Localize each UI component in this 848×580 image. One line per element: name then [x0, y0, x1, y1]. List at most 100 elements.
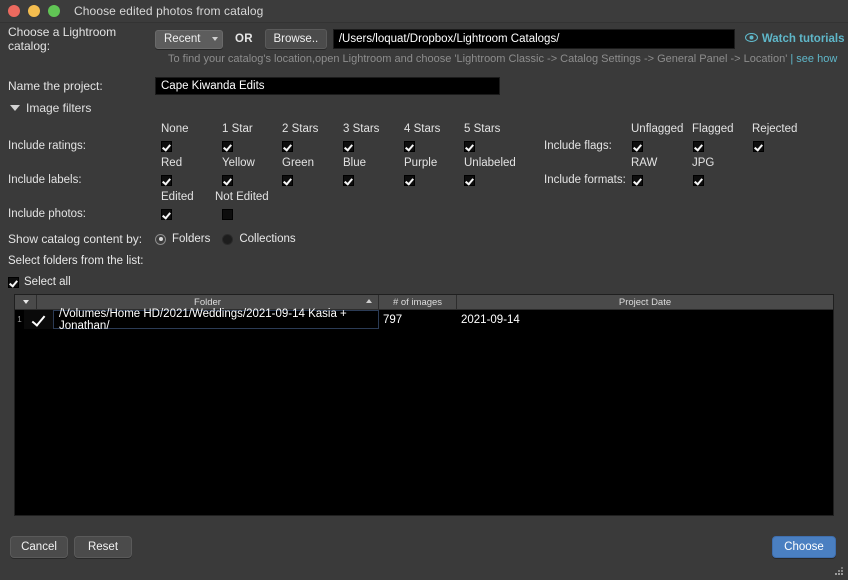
choose-button[interactable]: Choose [772, 536, 836, 558]
catalog-hint: To find your catalog's location,open Lig… [0, 53, 848, 65]
label-header-blue: Blue [343, 157, 367, 169]
include-ratings-label: Include ratings: [8, 140, 86, 152]
flag-header-flagged: Flagged [692, 123, 734, 135]
row-checkbox[interactable] [24, 310, 53, 329]
project-name-row: Name the project: Cape Kiwanda Edits [0, 75, 848, 97]
flag-checkbox-flagged[interactable] [693, 141, 704, 152]
project-name-label: Name the project: [8, 79, 103, 93]
table-empty-area [15, 329, 833, 515]
rating-checkbox-5stars[interactable] [464, 141, 475, 152]
label-checkbox-green[interactable] [282, 175, 293, 186]
check-icon [32, 313, 45, 326]
catalog-content-row: Show catalog content by: Folders Collect… [0, 231, 848, 247]
label-checkbox-unlabeled[interactable] [464, 175, 475, 186]
sort-ascending-icon [366, 299, 372, 303]
catalog-row: Choose a Lightroom catalog: Recent OR Br… [0, 25, 848, 53]
include-formats-label: Include formats: [544, 174, 626, 186]
rating-checkbox-none[interactable] [161, 141, 172, 152]
recent-catalog-dropdown[interactable]: Recent [155, 29, 223, 49]
eye-icon [744, 32, 758, 45]
image-filters-disclosure[interactable]: Image filters [10, 101, 91, 115]
rating-header-4stars: 4 Stars [404, 123, 441, 135]
catalog-hint-text: To find your catalog's location,open Lig… [168, 53, 788, 65]
format-header-jpg: JPG [692, 157, 715, 169]
rating-header-3stars: 3 Stars [343, 123, 380, 135]
flag-header-rejected: Rejected [752, 123, 798, 135]
catalog-path-value: /Users/loquat/Dropbox/Lightroom Catalogs… [338, 33, 560, 45]
rating-checkbox-4stars[interactable] [404, 141, 415, 152]
table-header-folder[interactable]: Folder [37, 295, 379, 309]
label-checkbox-red[interactable] [161, 175, 172, 186]
format-checkbox-jpg[interactable] [693, 175, 704, 186]
catalog-path-input[interactable]: /Users/loquat/Dropbox/Lightroom Catalogs… [332, 29, 735, 49]
table-header-project-date[interactable]: Project Date [457, 295, 833, 309]
dialog-window: Choose edited photos from catalog Choose… [0, 0, 848, 580]
zoom-button[interactable] [48, 5, 60, 17]
flag-checkbox-rejected[interactable] [753, 141, 764, 152]
see-how-link[interactable]: | see how [790, 53, 837, 65]
rating-header-none: None [161, 123, 189, 135]
table-header-check[interactable] [15, 295, 37, 309]
rating-header-2stars: 2 Stars [282, 123, 319, 135]
minimize-button[interactable] [28, 5, 40, 17]
catalog-label: Choose a Lightroom catalog: [8, 25, 117, 53]
row-folder-path: /Volumes/Home HD/2021/Weddings/2021-09-1… [53, 308, 379, 332]
catalog-content-label: Show catalog content by: [8, 232, 143, 246]
rating-header-5stars: 5 Stars [464, 123, 501, 135]
image-filters-label: Image filters [26, 101, 92, 115]
title-bar: Choose edited photos from catalog [0, 0, 848, 23]
photos-header-edited: Edited [161, 191, 194, 203]
table-header-images[interactable]: # of images [379, 295, 457, 309]
cancel-button[interactable]: Cancel [10, 536, 68, 558]
table-header-folder-label: Folder [194, 296, 221, 308]
radio-collections[interactable] [222, 233, 234, 245]
label-checkbox-yellow[interactable] [222, 175, 233, 186]
label-header-red: Red [161, 157, 183, 169]
label-header-unlabeled: Unlabeled [464, 157, 516, 169]
photos-checkbox-not-edited[interactable] [222, 209, 233, 220]
select-all-label: Select all [24, 276, 71, 288]
select-folders-instruction: Select folders from the list: [8, 255, 144, 267]
window-controls [8, 5, 60, 17]
radio-collections-label: Collections [239, 233, 296, 245]
table-header-project-date-label: Project Date [618, 296, 672, 308]
project-name-value: Cape Kiwanda Edits [161, 80, 265, 92]
recent-catalog-value: Recent [164, 33, 201, 45]
photos-header-not-edited: Not Edited [215, 191, 269, 203]
table-row[interactable]: 1 /Volumes/Home HD/2021/Weddings/2021-09… [15, 308, 833, 332]
filters-grid: None 1 Star 2 Stars 3 Stars 4 Stars 5 St… [0, 121, 848, 231]
watch-tutorials-label: Watch tutorials [761, 33, 845, 45]
flag-checkbox-unflagged[interactable] [632, 141, 643, 152]
watch-tutorials-link[interactable]: Watch tutorials [744, 32, 845, 45]
format-checkbox-raw[interactable] [632, 175, 643, 186]
row-image-count: 797 [383, 313, 403, 326]
select-all-checkbox[interactable] [8, 276, 19, 288]
triangle-down-icon [10, 105, 20, 111]
label-checkbox-blue[interactable] [343, 175, 354, 186]
include-flags-label: Include flags: [544, 140, 612, 152]
label-checkbox-purple[interactable] [404, 175, 415, 186]
folder-table[interactable]: Folder # of images Project Date 1 /Volum… [14, 294, 834, 516]
flag-header-unflagged: Unflagged [631, 123, 684, 135]
rating-checkbox-2stars[interactable] [282, 141, 293, 152]
rating-checkbox-3stars[interactable] [343, 141, 354, 152]
chevron-down-icon [212, 37, 218, 41]
include-labels-label: Include labels: [8, 174, 82, 186]
label-header-green: Green [282, 157, 314, 169]
project-name-input[interactable]: Cape Kiwanda Edits [155, 77, 500, 95]
close-button[interactable] [8, 5, 20, 17]
browse-button[interactable]: Browse.. [264, 29, 327, 49]
dialog-footer: Cancel Reset Choose [0, 530, 848, 580]
window-title: Choose edited photos from catalog [74, 4, 264, 18]
radio-folders[interactable] [155, 233, 166, 245]
label-header-yellow: Yellow [222, 157, 255, 169]
select-all-row[interactable]: Select all [8, 276, 71, 288]
rating-checkbox-1star[interactable] [222, 141, 233, 152]
row-index: 1 [17, 315, 22, 324]
rating-header-1star: 1 Star [222, 123, 253, 135]
label-header-purple: Purple [404, 157, 438, 169]
format-header-raw: RAW [631, 157, 658, 169]
reset-button[interactable]: Reset [74, 536, 132, 558]
photos-checkbox-edited[interactable] [161, 209, 172, 220]
resize-grip[interactable] [833, 565, 845, 577]
